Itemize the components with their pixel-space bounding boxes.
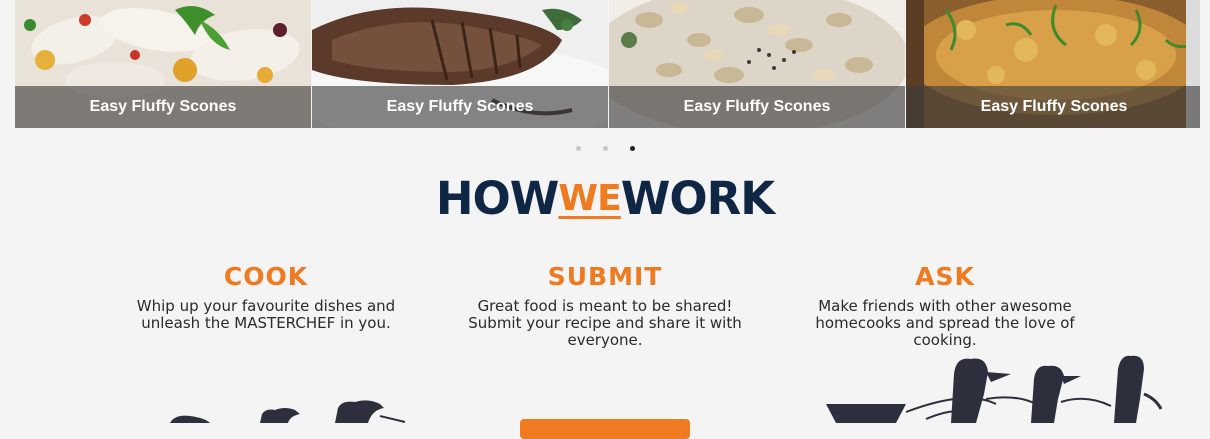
slide-caption: Easy Fluffy Scones	[15, 86, 311, 128]
ask-description: Make friends with other awesome homecooks…	[796, 298, 1094, 349]
recipe-carousel: Easy Fluffy Scones Easy Fluffy Scones Ea…	[15, 0, 1200, 128]
cook-column: COOK Whip up your favourite dishes and un…	[120, 262, 412, 332]
ask-line-3: cooking.	[913, 331, 977, 349]
slide-caption: Easy Fluffy Scones	[312, 86, 608, 128]
submit-title: SUBMIT	[547, 262, 663, 291]
carousel-dot-3[interactable]	[629, 146, 635, 151]
cook-line-1: Whip up your favourite dishes and	[136, 297, 396, 315]
ask-line-2: homecooks and spread the love of	[815, 314, 1075, 332]
carousel-slide-1[interactable]: Easy Fluffy Scones	[15, 0, 311, 128]
heading-we: WE	[558, 178, 621, 219]
submit-recipe-button[interactable]	[520, 419, 690, 439]
carousel-dot-1[interactable]	[575, 146, 581, 151]
submit-line-3: everyone.	[567, 331, 643, 349]
slide-caption: Easy Fluffy Scones	[906, 86, 1200, 128]
ask-column: ASK Make friends with other awesome homec…	[796, 262, 1094, 349]
cook-description: Whip up your favourite dishes and unleash…	[120, 298, 412, 332]
chef-silhouette-right-illustration	[826, 355, 1163, 423]
how-we-work-heading: HOWWEWORK	[0, 172, 1210, 225]
carousel-dot-2[interactable]	[602, 146, 608, 151]
chef-silhouette-left-illustration	[170, 400, 406, 423]
heading-how: HOW	[435, 172, 560, 225]
carousel-slide-4[interactable]: Easy Fluffy Scones	[906, 0, 1200, 128]
ask-line-1: Make friends with other awesome	[818, 297, 1072, 315]
submit-line-2: Submit your recipe and share it with	[468, 314, 742, 332]
carousel-pagination	[0, 146, 1210, 151]
carousel-slide-3[interactable]: Easy Fluffy Scones	[609, 0, 905, 128]
carousel-slide-2[interactable]: Easy Fluffy Scones	[312, 0, 608, 128]
cook-title: COOK	[223, 262, 309, 291]
submit-line-1: Great food is meant to be shared!	[477, 297, 733, 315]
submit-description: Great food is meant to be shared! Submit …	[455, 298, 755, 349]
cook-line-2: unleash the MASTERCHEF in you.	[141, 314, 391, 332]
ask-title: ASK	[915, 262, 975, 291]
heading-work: WORK	[620, 172, 775, 225]
slide-caption: Easy Fluffy Scones	[609, 86, 905, 128]
submit-column: SUBMIT Great food is meant to be shared!…	[455, 262, 755, 349]
